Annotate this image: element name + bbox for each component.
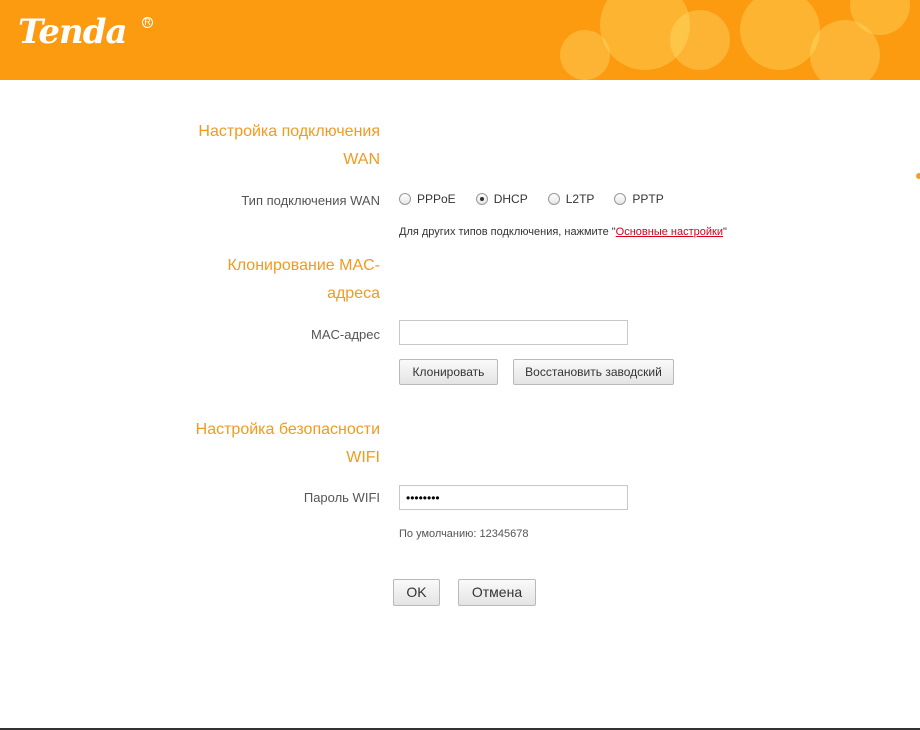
bokeh-decoration bbox=[670, 10, 730, 70]
mac-address-label: MAC-адрес bbox=[311, 327, 380, 342]
radio-label: PPTP bbox=[632, 192, 664, 206]
wan-section-title: Настройка подключения WAN bbox=[120, 118, 380, 174]
mac-section-title: Клонирование MAC- адреса bbox=[120, 252, 380, 308]
wifi-password-input[interactable] bbox=[399, 485, 628, 510]
bokeh-decoration bbox=[560, 30, 610, 80]
wifi-title-line1: Настройка безопасности bbox=[195, 421, 380, 438]
radio-label: PPPoE bbox=[417, 192, 456, 206]
header-banner: Tenda R bbox=[0, 0, 920, 80]
wan-type-radio-group: PPPoE DHCP L2TP PPTP bbox=[399, 192, 684, 206]
radio-label: L2TP bbox=[565, 192, 595, 206]
radio-option-dhcp[interactable]: DHCP bbox=[475, 192, 528, 206]
radio-button[interactable] bbox=[399, 193, 411, 205]
wifi-title-line2: WIFI bbox=[346, 449, 380, 466]
mac-address-input[interactable] bbox=[399, 320, 628, 345]
wan-hint-suffix: " bbox=[723, 226, 727, 238]
wan-hint-prefix: Для других типов подключения, нажмите " bbox=[399, 226, 616, 238]
radio-option-pptp[interactable]: PPTP bbox=[614, 192, 664, 206]
mac-title-line1: Клонирование MAC- bbox=[227, 257, 380, 274]
wifi-password-label: Пароль WIFI bbox=[303, 490, 380, 505]
radio-option-pppoe[interactable]: PPPoE bbox=[399, 192, 456, 206]
wan-hint: Для других типов подключения, нажмите "О… bbox=[399, 226, 727, 238]
clone-mac-button[interactable]: Клонировать bbox=[399, 359, 498, 385]
radio-option-l2tp[interactable]: L2TP bbox=[547, 192, 595, 206]
radio-button[interactable] bbox=[547, 193, 560, 205]
ok-button[interactable]: OK bbox=[393, 579, 440, 606]
radio-button-selected[interactable] bbox=[475, 193, 488, 205]
wan-title-line1: Настройка подключения bbox=[198, 123, 380, 140]
wifi-default-hint: По умолчанию: 12345678 bbox=[399, 528, 529, 540]
edge-indicator bbox=[916, 173, 920, 179]
cancel-button[interactable]: Отмена bbox=[458, 579, 536, 606]
wifi-section-title: Настройка безопасности WIFI bbox=[120, 416, 380, 472]
tenda-logo: Tenda bbox=[18, 12, 128, 52]
mac-title-line2: адреса bbox=[327, 285, 380, 302]
radio-button[interactable] bbox=[614, 193, 627, 205]
restore-factory-mac-button[interactable]: Восстановить заводский bbox=[513, 359, 674, 385]
radio-label: DHCP bbox=[493, 192, 528, 206]
bokeh-decoration bbox=[740, 0, 820, 70]
registered-mark-icon: R bbox=[142, 17, 153, 28]
wan-type-label: Тип подключения WAN bbox=[241, 193, 380, 208]
wan-title-line2: WAN bbox=[343, 151, 380, 168]
basic-settings-link[interactable]: Основные настройки bbox=[616, 226, 723, 238]
